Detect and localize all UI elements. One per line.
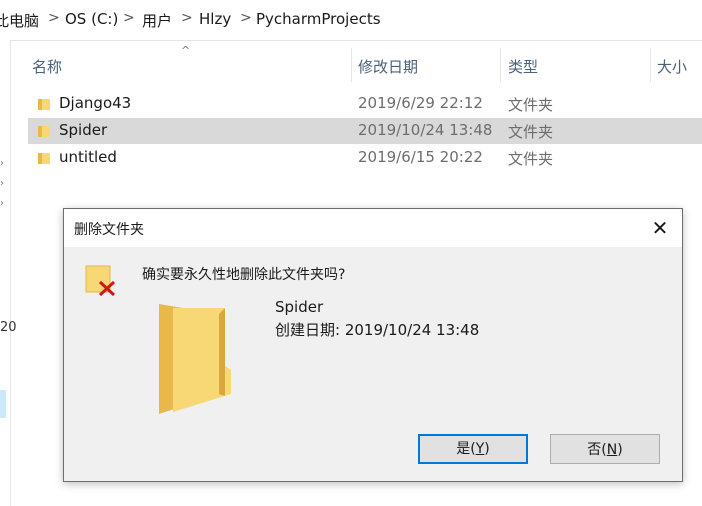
- delete-folder-dialog: 删除文件夹 ✕ 确实要永久性地删除此文件夹吗? Spider 创建日期: 201…: [63, 208, 683, 482]
- file-name: untitled: [59, 148, 117, 166]
- file-type: 文件夹: [508, 123, 554, 141]
- folder-icon: [38, 99, 50, 110]
- folder-created-date: 创建日期: 2019/10/24 13:48: [275, 321, 480, 339]
- no-button-label-end: ): [617, 442, 623, 458]
- folder-icon: [159, 304, 231, 414]
- delete-folder-icon: [85, 265, 116, 297]
- column-divider[interactable]: [650, 48, 651, 82]
- column-header-date-modified[interactable]: 修改日期: [358, 48, 498, 86]
- yes-button-label: 是(: [456, 441, 476, 457]
- column-header-size[interactable]: 大小: [657, 48, 702, 86]
- nav-expand-icon[interactable]: ›: [0, 158, 4, 169]
- folder-icon: [38, 126, 50, 137]
- file-row-django43[interactable]: Django43 2019/6/29 22:12 文件夹: [28, 91, 702, 117]
- nav-expand-icon[interactable]: ›: [0, 178, 4, 189]
- column-header-type[interactable]: 类型: [508, 48, 648, 86]
- folder-icon: [38, 153, 50, 164]
- no-button-label: 否(: [587, 442, 607, 458]
- no-button[interactable]: 否(N): [550, 434, 660, 464]
- breadcrumb-separator-icon[interactable]: >: [240, 10, 252, 26]
- file-type: 文件夹: [508, 150, 554, 168]
- dialog-titlebar[interactable]: 删除文件夹 ✕: [64, 209, 682, 247]
- file-type: 文件夹: [508, 96, 554, 114]
- breadcrumb-separator-icon[interactable]: >: [123, 10, 135, 26]
- nav-selected-item[interactable]: [0, 390, 6, 418]
- nav-partial-text: 20: [0, 320, 17, 335]
- navigation-pane[interactable]: › › › 20: [0, 40, 17, 506]
- yes-button-label-end: ): [484, 441, 490, 457]
- close-icon[interactable]: ✕: [638, 209, 682, 247]
- column-divider[interactable]: [500, 48, 501, 82]
- file-date: 2019/6/15 20:22: [358, 148, 483, 166]
- address-bar[interactable]: 此电脑 > OS (C:) > 用户 > Hlzy > PycharmProje…: [0, 0, 702, 41]
- breadcrumb-item-pycharmprojects[interactable]: PycharmProjects: [256, 10, 381, 28]
- dialog-title: 删除文件夹: [74, 222, 144, 238]
- no-accelerator-key: N: [606, 442, 618, 458]
- nav-expand-icon[interactable]: ›: [0, 198, 4, 209]
- yes-accelerator-key: Y: [475, 441, 485, 457]
- yes-button[interactable]: 是(Y): [418, 434, 528, 464]
- breadcrumb-item-drive[interactable]: OS (C:): [65, 10, 118, 28]
- breadcrumb-separator-icon[interactable]: >: [181, 10, 193, 26]
- confirm-question: 确实要永久性地删除此文件夹吗?: [142, 267, 346, 283]
- column-header-name[interactable]: 名称: [32, 48, 352, 86]
- file-name: Django43: [59, 94, 132, 112]
- breadcrumb-item-hlzy[interactable]: Hlzy: [199, 10, 231, 28]
- breadcrumb-item-users[interactable]: 用户: [142, 10, 172, 31]
- file-date: 2019/10/24 13:48: [358, 121, 493, 139]
- file-row-untitled[interactable]: untitled 2019/6/15 20:22 文件夹: [28, 145, 702, 171]
- file-date: 2019/6/29 22:12: [358, 94, 483, 112]
- folder-name: Spider: [275, 298, 324, 316]
- column-divider[interactable]: [351, 48, 352, 82]
- file-name: Spider: [59, 121, 108, 139]
- breadcrumb-separator-icon[interactable]: >: [48, 10, 60, 26]
- file-row-spider[interactable]: Spider 2019/10/24 13:48 文件夹: [28, 118, 702, 144]
- breadcrumb-item-this-pc[interactable]: 此电脑: [0, 10, 39, 31]
